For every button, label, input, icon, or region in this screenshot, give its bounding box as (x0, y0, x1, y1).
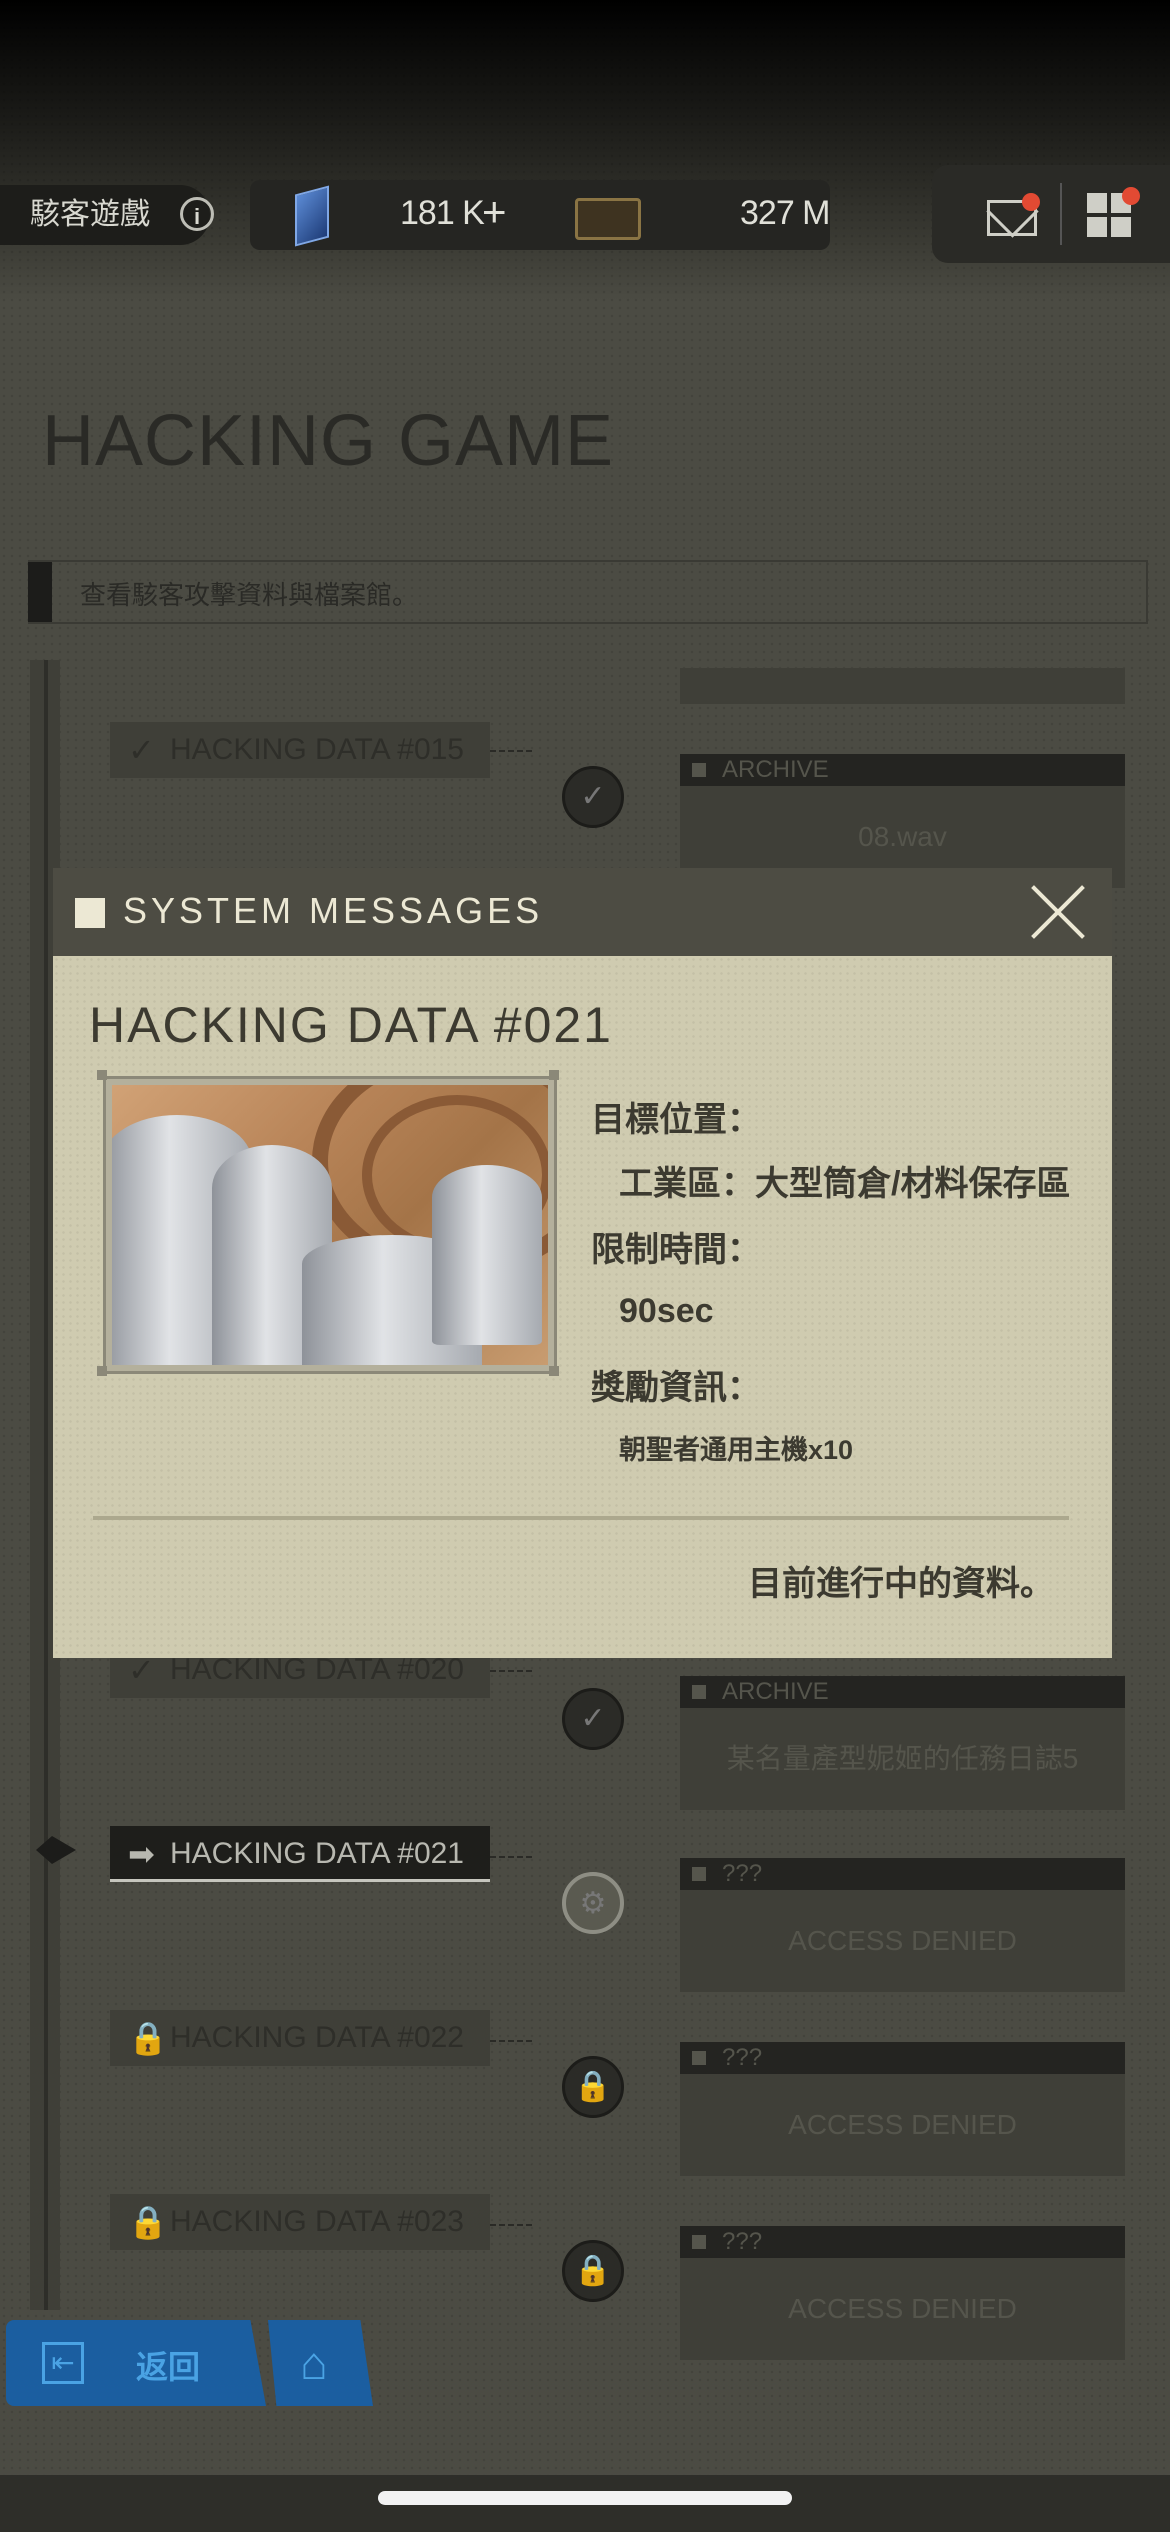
location-value: 工業區：大型筒倉/材料保存區 (619, 1165, 1071, 1203)
top-right-icons (932, 165, 1170, 263)
hacking-data-item-current[interactable]: ➡ HACKING DATA #021 (110, 1826, 490, 1882)
back-button[interactable]: ⇤ 返回 (6, 2320, 266, 2406)
info-icon[interactable]: i (180, 197, 214, 231)
reward-value: 朝聖者通用主機x10 (619, 1435, 854, 1465)
lock-icon: 🔒 (128, 2020, 168, 2056)
locked-card: ??? ACCESS DENIED (680, 1858, 1125, 1992)
connector (490, 1856, 532, 1858)
lock-icon: 🔒 (128, 2204, 168, 2240)
connector (490, 2040, 532, 2042)
card-header: ARCHIVE (680, 754, 1125, 786)
gem-value: 181 K (400, 194, 485, 232)
arrow-right-icon: ➡ (128, 1836, 155, 1872)
connector (490, 1670, 532, 1672)
location-image-frame (103, 1076, 557, 1374)
page-title: HACKING GAME (42, 401, 615, 481)
hacking-data-label: HACKING DATA #015 (170, 733, 464, 766)
gear-node-icon: ⚙ (562, 1872, 624, 1934)
modal-body: HACKING DATA #021 目標位置： 工業區：大型筒倉/材料保存區 限… (53, 956, 1112, 1658)
gem-icon (295, 185, 329, 247)
connector (490, 750, 532, 752)
connector (490, 2224, 532, 2226)
divider (1060, 183, 1062, 245)
progress-rail-line (44, 660, 48, 2310)
page-subtitle: 查看駭客攻擊資料與檔案館。 (80, 580, 419, 610)
home-indicator[interactable] (378, 2491, 792, 2505)
archive-card[interactable]: ARCHIVE 某名量產型妮姬的任務日誌5 (680, 1676, 1125, 1810)
add-gems-icon[interactable]: + (482, 188, 507, 236)
back-label: 返回 (136, 2349, 201, 2385)
location-label: 目標位置： (591, 1101, 761, 1139)
location-image (112, 1085, 548, 1365)
time-limit-value: 90sec (619, 1292, 714, 1330)
check-icon: ✓ (128, 732, 155, 768)
menu-notification-badge (1122, 187, 1140, 205)
card-body: ACCESS DENIED (680, 1890, 1125, 1992)
hacking-data-title: HACKING DATA #021 (89, 997, 613, 1053)
card-header: ??? (680, 2226, 1125, 2258)
hacking-data-item-locked: 🔒 HACKING DATA #022 (110, 2010, 490, 2066)
hacking-data-item-locked: 🔒 HACKING DATA #023 (110, 2194, 490, 2250)
exit-icon: ⇤ (42, 2342, 84, 2384)
status-text: 目前進行中的資料。 (748, 1565, 1054, 1603)
card-header: ARCHIVE (680, 1676, 1125, 1708)
system-messages-modal: SYSTEM MESSAGES HACKING DATA #021 目標位置： … (53, 868, 1112, 1658)
card-body: ACCESS DENIED (680, 2074, 1125, 2176)
mail-notification-badge (1022, 193, 1040, 211)
top-bar: 駭客遊戲 i 181 K + 327 M (0, 165, 1170, 263)
hacking-data-label: HACKING DATA #023 (170, 2205, 464, 2238)
close-button[interactable] (1028, 882, 1088, 942)
locked-card: ??? ACCESS DENIED (680, 2042, 1125, 2176)
home-icon: ⌂ (300, 2337, 328, 2389)
header-square-icon (75, 898, 105, 928)
modal-title: SYSTEM MESSAGES (123, 890, 544, 931)
card-body: 某名量產型妮姬的任務日誌5 (680, 1708, 1125, 1810)
lock-node-icon: 🔒 (562, 2240, 624, 2302)
modal-header: SYSTEM MESSAGES (53, 868, 1112, 956)
home-button[interactable]: ⌂ (268, 2320, 373, 2406)
credit-chip-icon (575, 198, 641, 240)
credit-value: 327 M (740, 194, 830, 232)
check-node-icon: ✓ (562, 1688, 624, 1750)
hacking-data-item[interactable]: ✓ HACKING DATA #015 (110, 722, 490, 778)
hacking-data-label: HACKING DATA #021 (170, 1837, 464, 1870)
reward-label: 獎勵資訊： (591, 1369, 761, 1407)
lock-node-icon: 🔒 (562, 2056, 624, 2118)
hacking-data-label: HACKING DATA #022 (170, 2021, 464, 2054)
check-node-icon: ✓ (562, 766, 624, 828)
card-header: ??? (680, 2042, 1125, 2074)
locked-card: ??? ACCESS DENIED (680, 2226, 1125, 2360)
screen-title: 駭客遊戲 (0, 185, 210, 245)
divider (93, 1516, 1069, 1520)
currency-bar: 181 K + 327 M (250, 180, 830, 250)
card-body: ACCESS DENIED (680, 2258, 1125, 2360)
time-limit-label: 限制時間： (591, 1231, 761, 1269)
card-header: ??? (680, 1858, 1125, 1890)
card-partial (680, 668, 1125, 704)
